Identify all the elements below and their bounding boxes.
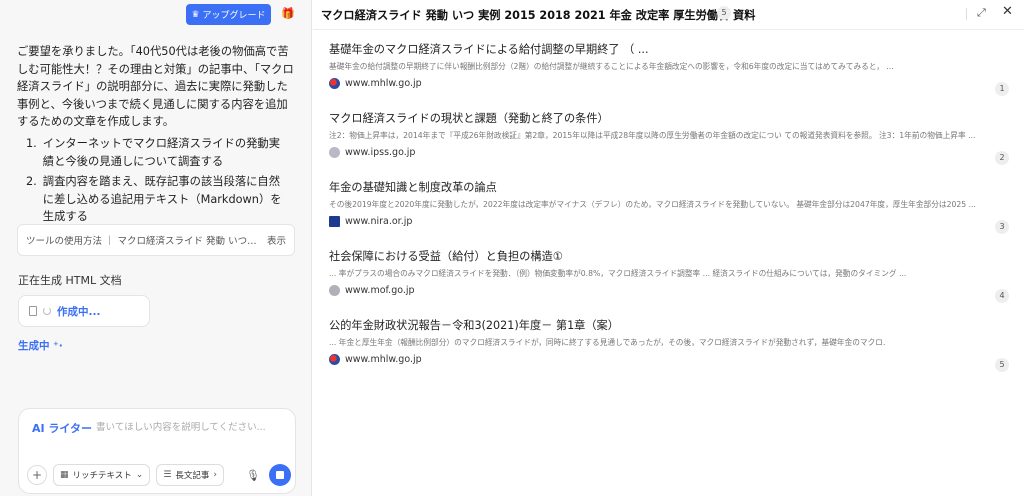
mof-favicon-icon <box>329 285 340 296</box>
result-title[interactable]: 社会保障における受益（給付）と負担の構造① <box>329 249 969 265</box>
search-results: 基礎年金のマクロ経済スライドによる給付調整の早期終了 （ ... 基礎年金の給付… <box>329 42 1009 387</box>
tool-usage-text: ツールの使用方法 ｜ マクロ経済スライド 発動 いつ 実... <box>26 236 259 247</box>
generating-doc-label: 正在生成 HTML 文档 <box>18 274 122 287</box>
search-result[interactable]: 社会保障における受益（給付）と負担の構造① ... 率がプラスの場合のみマクロ経… <box>329 249 1009 318</box>
result-source: www.mhlw.go.jp <box>329 78 1009 89</box>
sources-panel: マクロ経済スライド 発動 いつ 実例 2015 2018 2021 年金 改定率… <box>313 0 1024 496</box>
sources-count-badge: 5 <box>717 6 731 20</box>
upgrade-label: アップグレード <box>202 11 266 21</box>
result-title[interactable]: 公的年金財政状況報告－令和3(2021)年度－ 第1章（案） <box>329 318 969 334</box>
result-index-badge: 4 <box>995 289 1009 303</box>
result-domain: www.nira.or.jp <box>345 216 413 227</box>
expand-icon[interactable]: ⤢ <box>977 6 986 20</box>
result-title[interactable]: 年金の基礎知識と制度改革の論点 <box>329 180 969 196</box>
mhlw-favicon-icon <box>329 78 340 89</box>
step-text: インターネットでマクロ経済スライドの発動実績と今後の見通しについて調査する <box>42 137 281 168</box>
step-number: 2. <box>26 175 37 188</box>
ai-writer-label: AI ライター <box>32 422 92 435</box>
sources-header: マクロ経済スライド 発動 いつ 実例 2015 2018 2021 年金 改定率… <box>313 0 1024 30</box>
add-button[interactable]: + <box>27 465 47 485</box>
tool-usage-card[interactable]: ツールの使用方法 ｜ マクロ経済スライド 発動 いつ 実... 表示 <box>17 224 295 256</box>
longform-icon: ☰ <box>163 470 172 480</box>
result-domain: www.mhlw.go.jp <box>345 354 422 365</box>
chevron-down-icon: ⌄ <box>135 470 144 480</box>
result-domain: www.mhlw.go.jp <box>345 78 422 89</box>
plan-steps: 1. インターネットでマクロ経済スライドの発動実績と今後の見通しについて調査する… <box>26 135 288 229</box>
creating-card[interactable]: 作成中... <box>18 295 150 327</box>
spinner-icon <box>43 307 51 315</box>
creating-label: 作成中... <box>57 305 101 318</box>
richtext-icon: ▦ <box>60 470 69 480</box>
gift-icon[interactable]: 🎁 <box>281 8 295 20</box>
close-icon[interactable]: ✕ <box>1002 4 1013 19</box>
result-domain: www.ipss.go.jp <box>345 147 416 158</box>
ipss-favicon-icon <box>329 147 340 158</box>
result-snippet: その後2019年度と2020年度に発動したが，2022年度は改定率がマイナス（デ… <box>329 200 976 209</box>
generating-label: 生成中 <box>18 340 50 352</box>
step-text: 調査内容を踏まえ、既存記事の該当段落に自然に差し込める追記用テキスト（Markd… <box>42 175 282 223</box>
sparkle-icon: ⁺· <box>53 340 63 352</box>
search-result[interactable]: 年金の基礎知識と制度改革の論点 その後2019年度と2020年度に発動したが，2… <box>329 180 1009 249</box>
document-icon <box>29 306 37 316</box>
composer: AI ライター + ▦ リッチテキスト ⌄ ☰ 長文記事 › 🎙 <box>18 408 296 494</box>
tool-show-button[interactable]: 表示 <box>267 233 286 247</box>
longform-label: 長文記事 <box>175 471 210 481</box>
result-source: www.ipss.go.jp <box>329 147 1009 158</box>
result-snippet: ... 率がプラスの場合のみマクロ経済スライドを発動．（例）物価変動率が0.8%… <box>329 269 907 278</box>
result-snippet: 注2：物価上昇率は，2014年まで『平成26年財政検証』第2章，2015年以降は… <box>329 131 976 140</box>
result-index-badge: 5 <box>995 358 1009 372</box>
richtext-dropdown[interactable]: ▦ リッチテキスト ⌄ <box>53 464 151 486</box>
richtext-label: リッチテキスト <box>72 471 132 481</box>
result-title[interactable]: マクロ経済スライドの現状と課題（発動と終了の条件） <box>329 111 969 127</box>
nira-favicon-icon <box>329 216 340 227</box>
result-source: www.mof.go.jp <box>329 285 1009 296</box>
header-divider <box>966 8 967 20</box>
prompt-input[interactable] <box>96 418 286 436</box>
longform-button[interactable]: ☰ 長文記事 › <box>156 464 225 486</box>
search-result[interactable]: 公的年金財政状況報告－令和3(2021)年度－ 第1章（案） ... 年金と厚生… <box>329 318 1009 387</box>
crown-icon: ♛ <box>191 9 200 20</box>
upgrade-button[interactable]: ♛ アップグレード <box>186 4 271 25</box>
chat-panel: ♛ アップグレード 🎁 ご要望を承りました。「40代50代は老後の物価高で苦しむ… <box>0 0 312 496</box>
sources-query-title: マクロ経済スライド 発動 いつ 実例 2015 2018 2021 年金 改定率… <box>321 9 756 22</box>
result-index-badge: 3 <box>995 220 1009 234</box>
generating-status: 生成中 ⁺· <box>18 338 63 353</box>
search-result[interactable]: 基礎年金のマクロ経済スライドによる給付調整の早期終了 （ ... 基礎年金の給付… <box>329 42 1009 111</box>
result-index-badge: 2 <box>995 151 1009 165</box>
result-index-badge: 1 <box>995 82 1009 96</box>
result-snippet: ... 年金と厚生年金（報酬比例部分）のマクロ経済スライドが，同時に終了する見通… <box>329 338 886 347</box>
stop-icon <box>276 471 284 479</box>
microphone-icon[interactable]: 🎙 <box>246 469 260 482</box>
mhlw-favicon-icon <box>329 354 340 365</box>
result-source: www.mhlw.go.jp <box>329 354 1009 365</box>
result-source: www.nira.or.jp <box>329 216 1009 227</box>
search-result[interactable]: マクロ経済スライドの現状と課題（発動と終了の条件） 注2：物価上昇率は，2014… <box>329 111 1009 180</box>
plan-step: 1. インターネットでマクロ経済スライドの発動実績と今後の見通しについて調査する <box>26 135 288 170</box>
plus-icon: + <box>31 468 43 482</box>
chevron-right-icon: › <box>213 470 218 480</box>
composer-toolbar: + ▦ リッチテキスト ⌄ ☰ 長文記事 › 🎙 <box>27 463 291 487</box>
result-domain: www.mof.go.jp <box>345 285 415 296</box>
chat-toolbar: ♛ アップグレード 🎁 <box>0 4 312 26</box>
result-snippet: 基礎年金の給付調整の早期終了に伴い報酬比例部分（2階）の給付調整が継続することに… <box>329 62 894 71</box>
step-number: 1. <box>26 137 37 150</box>
stop-button[interactable] <box>269 464 291 486</box>
plan-step: 2. 調査内容を踏まえ、既存記事の該当段落に自然に差し込める追記用テキスト（Ma… <box>26 173 288 226</box>
result-title[interactable]: 基礎年金のマクロ経済スライドによる給付調整の早期終了 （ ... <box>329 42 969 58</box>
assistant-message: ご要望を承りました。「40代50代は老後の物価高で苦しむ可能性大！？その理由と対… <box>17 45 294 128</box>
